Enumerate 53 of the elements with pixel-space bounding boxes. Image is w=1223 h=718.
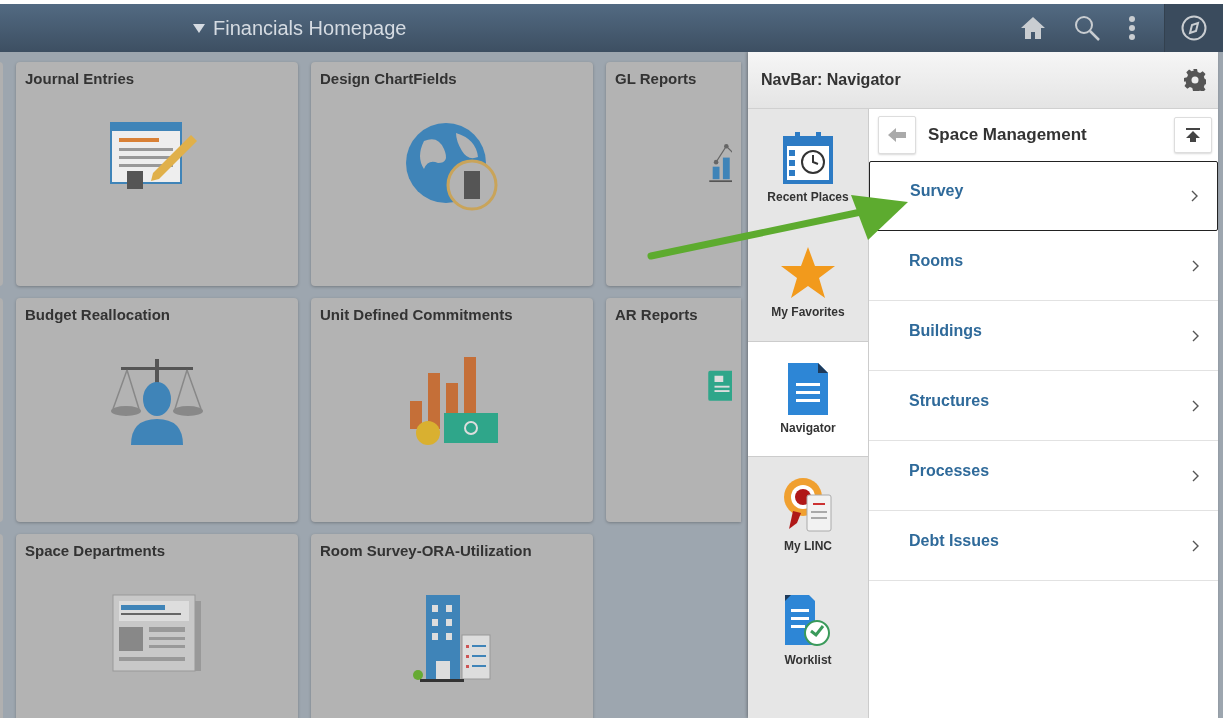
tile-title: Budget Reallocation <box>25 306 170 323</box>
star-icon <box>781 247 835 299</box>
tile-title: GL Reports <box>615 70 697 87</box>
chevron-icon <box>1192 329 1199 342</box>
tile-title: Room Survey-ORA-Utilization <box>320 542 532 559</box>
tile[interactable]: Budget Reallocation <box>16 298 298 522</box>
panel-title: NavBar: Navigator <box>761 71 901 89</box>
scroll-top-icon <box>1186 128 1200 142</box>
menu-item[interactable]: Rooms <box>869 231 1218 301</box>
navbar-tab[interactable]: Navigator <box>748 341 868 457</box>
tile[interactable]: Journal Entries <box>16 62 298 286</box>
navbar-tab[interactable]: My LINC <box>748 457 868 573</box>
compass-icon[interactable] <box>1181 15 1207 41</box>
tile-title: Unit Defined Commitments <box>320 306 513 323</box>
tile[interactable]: AR Reports <box>606 298 741 522</box>
menu-item[interactable]: Buildings <box>869 301 1218 371</box>
back-arrow-icon <box>888 128 906 142</box>
page-title[interactable]: Financials Homepage <box>213 16 407 40</box>
settings-icon[interactable] <box>1184 69 1206 91</box>
scale-person-icon <box>109 357 205 447</box>
tile-title: Design ChartFields <box>320 70 457 87</box>
tile-title: AR Reports <box>615 306 698 323</box>
document-icon <box>788 363 828 415</box>
building-list-icon <box>412 593 492 683</box>
tile-title: Space Departments <box>25 542 166 559</box>
newspaper-icon <box>111 593 203 673</box>
menu-item[interactable]: Structures <box>869 371 1218 441</box>
menu-item[interactable]: Debt Issues <box>869 511 1218 581</box>
tile[interactable]: Design ChartFields <box>311 62 593 286</box>
tile[interactable]: Space Departments <box>16 534 298 718</box>
search-icon[interactable] <box>1074 15 1100 41</box>
globe-building-icon <box>404 121 500 213</box>
award-document-icon <box>783 477 833 533</box>
navbar-tab[interactable]: My Favorites <box>748 225 868 341</box>
tile[interactable]: Room Survey-ORA-Utilization <box>311 534 593 718</box>
document-check-icon <box>785 595 831 647</box>
folder-title: Space Management <box>928 125 1088 145</box>
tile[interactable]: GL Reports <box>606 62 741 286</box>
more-icon[interactable] <box>1128 16 1136 40</box>
chevron-icon <box>1191 190 1198 202</box>
chevron-icon <box>1192 539 1199 552</box>
caret-icon <box>193 23 205 33</box>
navbar-tab[interactable]: Worklist <box>748 573 868 689</box>
home-icon[interactable] <box>1020 16 1046 40</box>
calendar-clock-icon <box>783 130 833 184</box>
chevron-icon <box>1192 259 1199 272</box>
chevron-icon <box>1192 469 1199 482</box>
menu-item[interactable]: Survey <box>869 161 1218 231</box>
chevron-icon <box>1192 399 1199 412</box>
menu-item[interactable]: Processes <box>869 441 1218 511</box>
top-button[interactable] <box>1174 117 1212 153</box>
tile-title: Journal Entries <box>25 70 135 87</box>
tile[interactable]: Unit Defined Commitments <box>311 298 593 522</box>
